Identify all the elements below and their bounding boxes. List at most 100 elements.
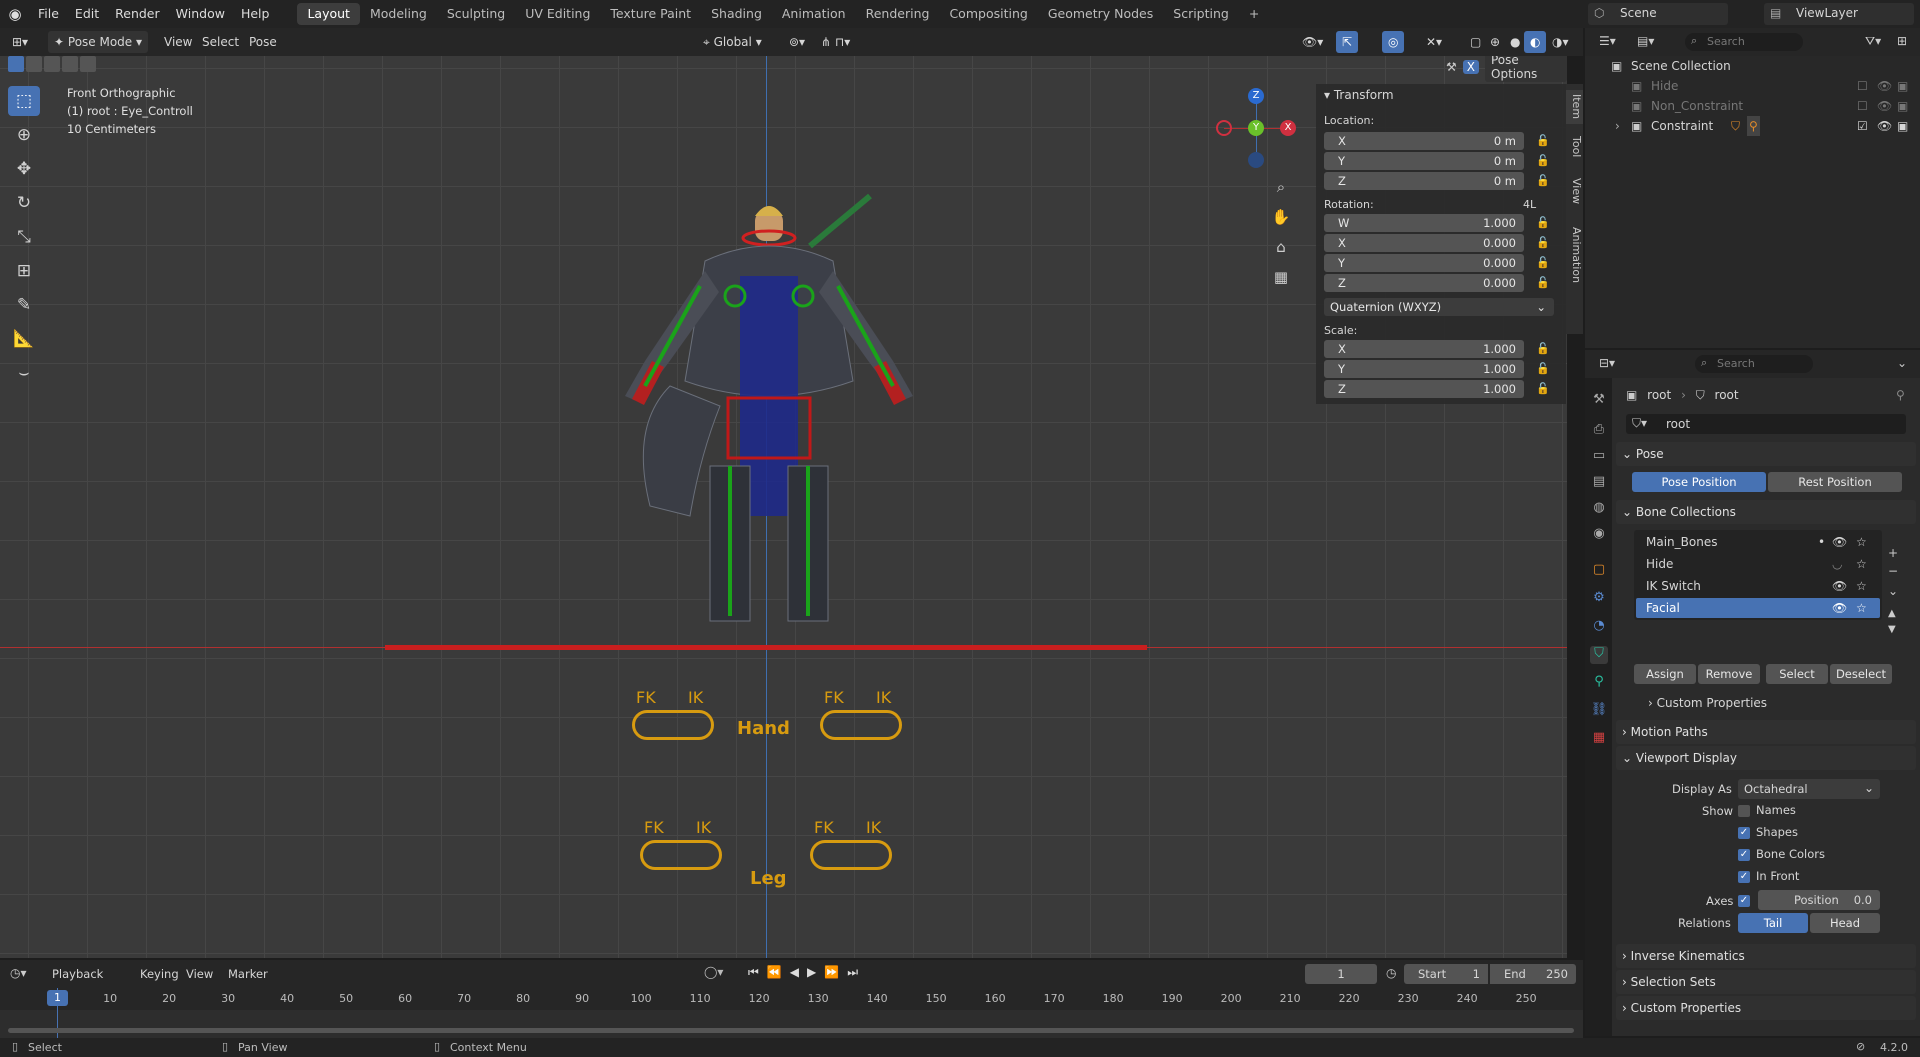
pivot-icon[interactable]: ⊚▾ [783, 31, 811, 53]
move-up-icon[interactable]: ▲ [1888, 608, 1896, 619]
exclude-checkbox[interactable]: ☐ [1857, 76, 1868, 96]
object-icon[interactable]: ▢ [1590, 562, 1608, 580]
shapes-checkbox[interactable]: ✓ Shapes [1738, 825, 1798, 839]
inverse-kinematics-header[interactable]: › Inverse Kinematics [1616, 944, 1916, 968]
play-icon[interactable]: ▶ [807, 965, 816, 980]
motion-paths-header[interactable]: › Motion Paths [1616, 720, 1916, 744]
select-intersect-icon[interactable] [80, 56, 96, 72]
transform-header[interactable]: ▾ Transform [1324, 88, 1394, 102]
view-layer-tab-icon[interactable]: ▤ [1590, 474, 1608, 492]
transform-orientation[interactable]: ⌖ Global ▾ [697, 31, 768, 53]
axes-checkbox[interactable]: ✓ [1738, 893, 1756, 907]
relax-pose-icon[interactable]: ⌣ [8, 358, 40, 388]
tab-animation-sidebar[interactable]: Animation [1566, 220, 1583, 290]
list-item[interactable]: Main_Bones • 👁 ☆ [1636, 532, 1880, 552]
display-as-dropdown[interactable]: Octahedral ⌄ [1738, 779, 1880, 799]
location-y-field[interactable]: Y 0 m [1324, 152, 1524, 170]
rotation-y-field[interactable]: Y 0.000 [1324, 254, 1524, 272]
custom-properties-header[interactable]: › Custom Properties [1616, 996, 1916, 1020]
rendered-shading-icon[interactable]: ◑▾ [1546, 31, 1575, 53]
tool-settings-icon[interactable]: ⚒ [1590, 392, 1608, 410]
in-front-checkbox[interactable]: ✓ In Front [1738, 869, 1799, 883]
star-icon[interactable]: ☆ [1856, 576, 1867, 596]
bone-collections-header[interactable]: ⌄ Bone Collections [1616, 500, 1916, 524]
camera-render-icon[interactable]: ▣ [1897, 116, 1908, 136]
timeline-scrollbar[interactable] [8, 1028, 1574, 1033]
lock-icon[interactable]: 🔓 [1536, 276, 1550, 289]
start-frame-field[interactable]: Start 1 [1404, 964, 1488, 984]
gizmo-x[interactable]: X [1280, 120, 1296, 136]
scene-selector[interactable]: ⬡ Scene [1588, 3, 1728, 25]
pose-position-button[interactable]: Pose Position [1632, 472, 1766, 492]
eye-icon[interactable]: 👁 [1877, 76, 1892, 96]
list-item[interactable]: Hide ◡ ☆ [1636, 554, 1880, 574]
camera-render-icon[interactable]: ▣ [1897, 76, 1908, 96]
lock-icon[interactable]: 🔓 [1536, 134, 1550, 147]
menu-window[interactable]: Window [168, 0, 233, 28]
lock-icon[interactable]: 🔓 [1536, 362, 1550, 375]
chevron-down-icon[interactable]: ⌄ [1897, 356, 1907, 370]
menu-edit[interactable]: Edit [67, 0, 107, 28]
next-keyframe-icon[interactable]: ⏩ [824, 965, 839, 980]
tab-rendering[interactable]: Rendering [856, 3, 940, 25]
preview-range-icon[interactable]: ◷ [1386, 966, 1396, 980]
eye-icon[interactable]: 👁 [1877, 116, 1892, 136]
tab-geometry-nodes[interactable]: Geometry Nodes [1038, 3, 1163, 25]
timeline-editor-icon[interactable]: ◷▾ [10, 966, 27, 980]
lock-icon[interactable]: 🔓 [1536, 174, 1550, 187]
annotate-icon[interactable]: ✎ [8, 290, 40, 320]
tab-texture-paint[interactable]: Texture Paint [600, 3, 701, 25]
outliner-item-constraint[interactable]: › ▣ Constraint ⛉ ⚲ ☑ 👁 ▣ [1585, 116, 1920, 136]
menu-keying[interactable]: Keying [140, 967, 179, 981]
character-model[interactable] [560, 136, 980, 656]
gizmo-neg-x[interactable] [1216, 120, 1232, 136]
move-down-icon[interactable]: ▼ [1888, 624, 1896, 635]
jump-end-icon[interactable]: ⏭ [847, 965, 858, 980]
fk-ik-leg-left[interactable]: FK IK [638, 818, 724, 878]
scale-x-field[interactable]: X 1.000 [1324, 340, 1524, 358]
gizmo-y[interactable]: Y [1248, 120, 1264, 136]
gizmo-neg-z[interactable] [1248, 152, 1264, 168]
scale-z-field[interactable]: Z 1.000 [1324, 380, 1524, 398]
location-x-field[interactable]: X 0 m [1324, 132, 1524, 150]
menu-file[interactable]: File [30, 0, 67, 28]
lock-icon[interactable]: 🔓 [1536, 216, 1550, 229]
eye-icon[interactable]: 👁 [1832, 532, 1847, 552]
fk-ik-hand-right[interactable]: FK IK [818, 688, 904, 748]
menu-render[interactable]: Render [107, 0, 168, 28]
select-mode-buttons[interactable] [8, 56, 96, 74]
transform-icon[interactable]: ⊞ [8, 256, 40, 286]
outliner-editor-icon[interactable]: ☰▾ [1599, 34, 1616, 48]
pan-hand-icon[interactable]: ✋ [1270, 202, 1292, 232]
play-reverse-icon[interactable]: ◀ [790, 965, 799, 980]
pose-section-header[interactable]: ⌄ Pose [1616, 442, 1916, 466]
grid-ortho-icon[interactable]: ▦ [1270, 262, 1292, 292]
viewport-display-header[interactable]: ⌄ Viewport Display [1616, 746, 1916, 770]
tab-layout[interactable]: Layout [297, 3, 360, 25]
exclude-checkbox[interactable]: ☐ [1857, 96, 1868, 116]
modifiers-icon[interactable]: ⚙ [1590, 590, 1608, 608]
menu-view-timeline[interactable]: View [186, 967, 213, 981]
tab-scripting[interactable]: Scripting [1163, 3, 1239, 25]
select-button[interactable]: Select [1766, 664, 1828, 684]
exclude-checkbox[interactable]: ☑ [1857, 116, 1868, 136]
outliner-search[interactable]: ⌕ Search [1685, 33, 1803, 51]
rest-position-button[interactable]: Rest Position [1768, 472, 1902, 492]
editor-type-icon[interactable]: ⊞▾ [6, 31, 34, 53]
properties-search[interactable]: ⌕ Search [1695, 355, 1813, 373]
names-checkbox[interactable]: Names [1738, 803, 1796, 817]
output-icon[interactable]: ▭ [1590, 448, 1608, 466]
armature-name-field[interactable]: ⛉▾ root [1626, 414, 1906, 434]
eye-icon[interactable]: 👁 [1877, 96, 1892, 116]
lock-icon[interactable]: 🔓 [1536, 342, 1550, 355]
rotation-x-field[interactable]: X 0.000 [1324, 234, 1524, 252]
selection-sets-header[interactable]: › Selection Sets [1616, 970, 1916, 994]
fk-ik-slider[interactable] [632, 710, 714, 740]
eye-icon[interactable]: 👁 [1832, 576, 1847, 596]
prev-keyframe-icon[interactable]: ⏪ [767, 965, 782, 980]
armature-data-icon[interactable]: ⛉ [1590, 646, 1608, 664]
menu-select[interactable]: Select [196, 31, 245, 53]
render-icon[interactable]: ⎙ [1590, 422, 1608, 440]
blender-logo-icon[interactable]: ◉ [0, 5, 30, 23]
lock-icon[interactable]: 🔓 [1536, 236, 1550, 249]
